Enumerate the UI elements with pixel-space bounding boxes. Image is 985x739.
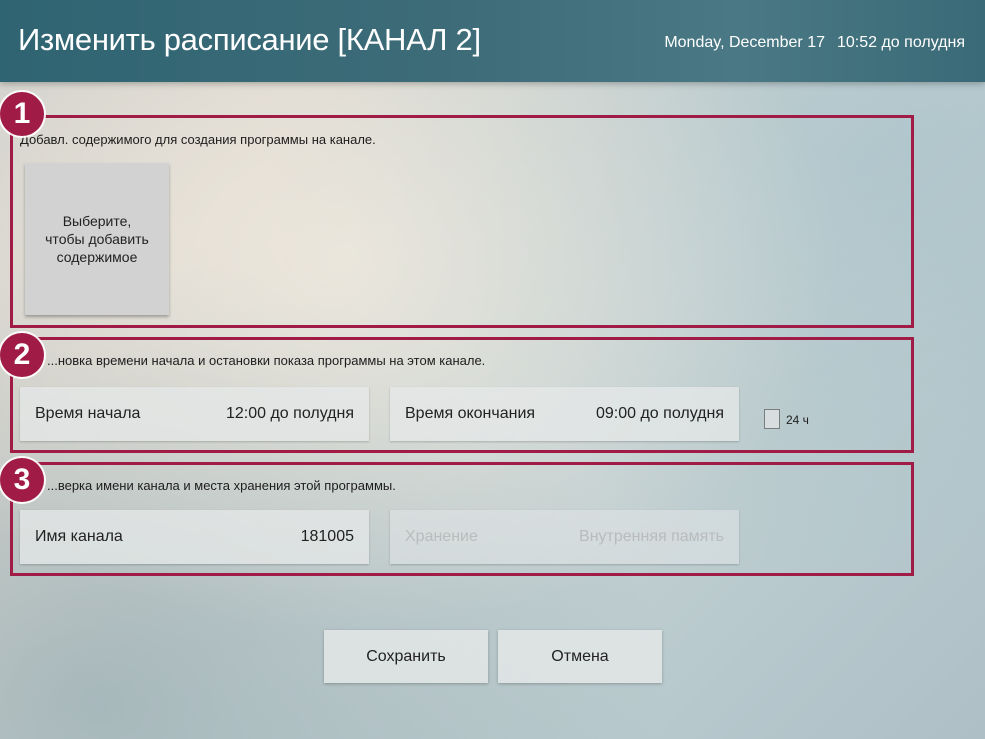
time-section-description: ...новка времени начала и остановки пока… (47, 353, 486, 368)
step-badge-1: 1 (0, 92, 44, 136)
end-time-field[interactable]: Время окончания 09:00 до полудня (390, 387, 739, 441)
page-title: Изменить расписание [КАНАЛ 2] (18, 22, 481, 57)
channel-name-value: 181005 (300, 528, 354, 545)
step-badge-2: 2 (0, 333, 44, 377)
channel-name-field[interactable]: Имя канала 181005 (20, 510, 369, 564)
channel-section-description: ...верка имени канала и места хранения э… (47, 478, 396, 493)
start-time-value: 12:00 до полудня (225, 405, 354, 422)
start-time-label: Время начала (35, 405, 141, 422)
end-time-value: 09:00 до полудня (595, 405, 724, 422)
allday-label: 24 ч (786, 413, 809, 427)
header-bar: Изменить расписание [КАНАЛ 2] Monday, De… (0, 0, 985, 82)
content-section: Добавл. содержимого для создания програм… (10, 115, 914, 328)
allday-checkbox[interactable] (764, 409, 780, 429)
content-section-description: Добавл. содержимого для создания програм… (20, 132, 376, 147)
cancel-button[interactable]: Отмена (498, 630, 662, 683)
end-time-label: Время окончания (405, 405, 536, 422)
storage-value: Внутренняя память (579, 528, 724, 545)
storage-field: Хранение Внутренняя память (390, 510, 739, 564)
add-content-label: Выберите, чтобы добавить содержимое (45, 213, 149, 265)
channel-section: ...верка имени канала и места хранения э… (10, 462, 914, 576)
date-display: Monday, December 17 (664, 34, 825, 51)
time-display: 10:52 до полудня (836, 34, 965, 51)
step-badge-3: 3 (0, 458, 44, 502)
start-time-field[interactable]: Время начала 12:00 до полудня (20, 387, 369, 441)
add-content-tile[interactable]: Выберите, чтобы добавить содержимое (25, 163, 169, 315)
save-button[interactable]: Сохранить (324, 630, 488, 683)
storage-label: Хранение (405, 528, 478, 545)
channel-name-label: Имя канала (35, 528, 123, 545)
time-section: ...новка времени начала и остановки пока… (10, 337, 914, 453)
